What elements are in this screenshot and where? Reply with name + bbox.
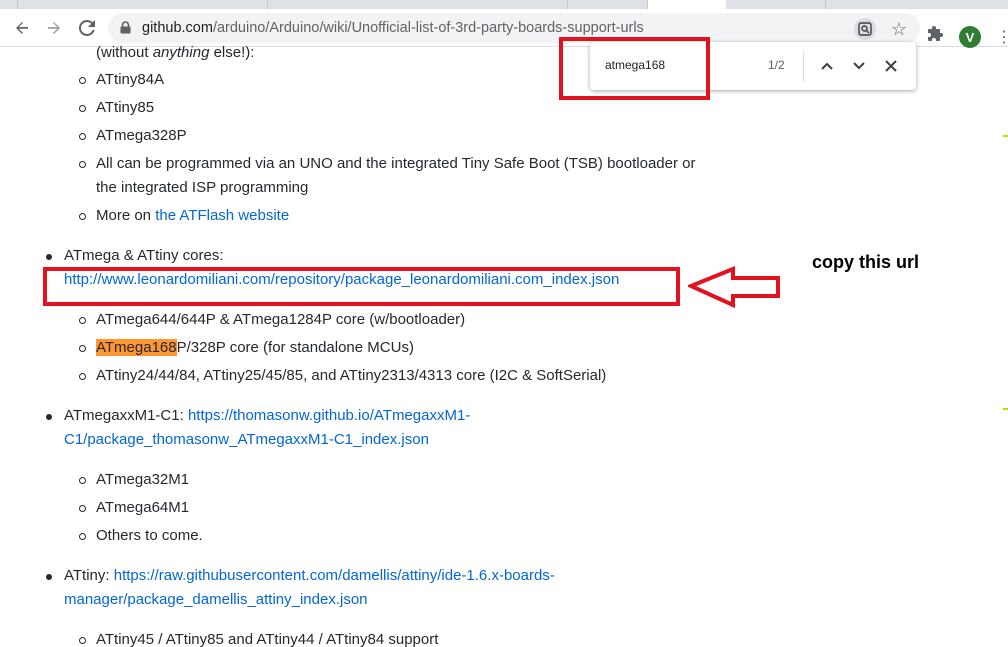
chevron-down-icon	[853, 62, 865, 70]
url-text: github.com/arduino/Arduino/wiki/Unoffici…	[142, 20, 644, 36]
reload-button[interactable]	[74, 15, 100, 41]
reload-icon	[79, 20, 95, 36]
intro-suffix: else!):	[209, 44, 255, 61]
list-item: ATmega328P	[96, 127, 187, 144]
atflash-website-link[interactable]: the ATFlash website	[155, 207, 289, 224]
intro-fragment: (without anything else!):	[96, 41, 254, 65]
list-bullet	[79, 533, 86, 540]
list-item-programming-line1: All can be programmed via an UNO and the…	[96, 155, 696, 172]
active-tab[interactable]	[648, 0, 726, 9]
list-item: ATmega168P/328P core (for standalone MCU…	[96, 336, 414, 360]
list-bullet	[79, 345, 86, 352]
annotation-note: copy this url	[812, 252, 920, 272]
back-arrow-icon	[16, 22, 28, 34]
annotation-box-findbar	[559, 37, 710, 100]
url-path: /arduino/Arduino/wiki/Unofficial-list-of…	[212, 20, 644, 36]
edge-mark	[1003, 135, 1008, 137]
list-item: Others to come.	[96, 527, 203, 544]
find-match-count: 1/2	[768, 58, 785, 72]
list-item: ATmega64M1	[96, 499, 190, 516]
atmegaxxm1-title: ATmegaxxM1-C1	[64, 407, 180, 424]
tab-fragment[interactable]	[568, 0, 648, 9]
tab-fragment[interactable]	[18, 0, 268, 9]
edge-mark	[1003, 408, 1008, 410]
section-title-atmega-attiny: ATmega & ATtiny cores:	[64, 247, 224, 264]
lock-icon	[120, 21, 131, 39]
list-item-more-on: More on the ATFlash website	[96, 204, 289, 228]
list-bullet	[79, 477, 86, 484]
forward-arrow-icon	[48, 22, 60, 34]
tab-fragment[interactable]	[268, 0, 568, 9]
section-title-attiny: ATtiny: https://raw.githubusercontent.co…	[64, 564, 555, 588]
tab-fragment[interactable]	[0, 0, 18, 9]
bookmark-star-icon[interactable]: ☆	[888, 18, 910, 40]
list-item: ATtiny85	[96, 99, 155, 116]
url-host: github.com	[142, 20, 213, 36]
list-item-programming-line2: the integrated ISP programming	[96, 179, 309, 196]
list-item: ATtiny24/44/84, ATtiny25/45/85, and ATti…	[96, 367, 607, 384]
tab-strip	[0, 0, 1008, 9]
list-bullet	[79, 213, 86, 220]
list-item: ATtiny84A	[96, 71, 165, 88]
damellis-url-link-cont[interactable]: manager/package_damellis_attiny_index.js…	[64, 588, 368, 612]
more-menu-icon[interactable]: ⋮	[996, 27, 1008, 49]
wiki-content: (without anything else!): ATtiny84A ATti…	[0, 44, 1008, 647]
more-on-prefix: More on	[96, 207, 156, 224]
thomasonw-url-link-cont[interactable]: C1/package_thomasonw_ATmegaxxM1-C1_index…	[64, 428, 429, 452]
list-bullet	[79, 133, 86, 140]
forward-button[interactable]	[41, 15, 67, 41]
find-match-highlight: ATmega168	[96, 339, 177, 356]
annotation-arrow-icon	[688, 266, 780, 309]
section-title-atmegaxxm1: ATmegaxxM1-C1: https://thomasonw.github.…	[64, 404, 470, 428]
find-next-button[interactable]	[848, 55, 870, 77]
chevron-up-icon	[821, 62, 833, 70]
list-bullet	[46, 574, 52, 580]
title-colon: :	[179, 407, 184, 424]
thomasonw-url-link[interactable]: https://thomasonw.github.io/ATmegaxxM1-	[188, 407, 470, 424]
find-previous-button[interactable]	[816, 55, 838, 77]
list-bullet	[46, 254, 52, 260]
list-bullet	[79, 105, 86, 112]
close-icon	[885, 60, 897, 72]
list-item: ATmega32M1	[96, 471, 190, 488]
address-bar[interactable]: github.com/arduino/Arduino/wiki/Unoffici…	[108, 13, 920, 43]
intro-prefix: (without	[96, 44, 153, 61]
list-bullet	[79, 161, 86, 168]
list-bullet	[79, 317, 86, 324]
profile-avatar[interactable]: V	[959, 26, 981, 48]
find-close-button[interactable]	[880, 55, 902, 77]
list-bullet	[79, 505, 86, 512]
list-bullet	[79, 637, 86, 644]
annotation-box-url	[43, 267, 680, 306]
list-item: ATmega644/644P & ATmega1284P core (w/boo…	[96, 311, 466, 328]
intro-emphasis: anything	[152, 44, 210, 61]
list-bullet	[79, 77, 86, 84]
extensions-puzzle-icon[interactable]	[926, 25, 948, 47]
attiny-title: ATtiny	[64, 567, 106, 584]
tab-fragment[interactable]	[726, 0, 826, 9]
list-item: ATtiny45 / ATtiny85 and ATtiny44 / ATtin…	[96, 631, 439, 647]
back-button[interactable]	[9, 15, 35, 41]
lens-search-icon[interactable]	[854, 18, 876, 40]
list-bullet	[79, 373, 86, 380]
damellis-url-link[interactable]: https://raw.githubusercontent.com/damell…	[114, 567, 555, 584]
list-item-rest: P/328P core (for standalone MCUs)	[176, 339, 414, 356]
title-colon: :	[105, 567, 110, 584]
list-bullet	[46, 414, 52, 420]
findbar-divider	[803, 52, 804, 82]
